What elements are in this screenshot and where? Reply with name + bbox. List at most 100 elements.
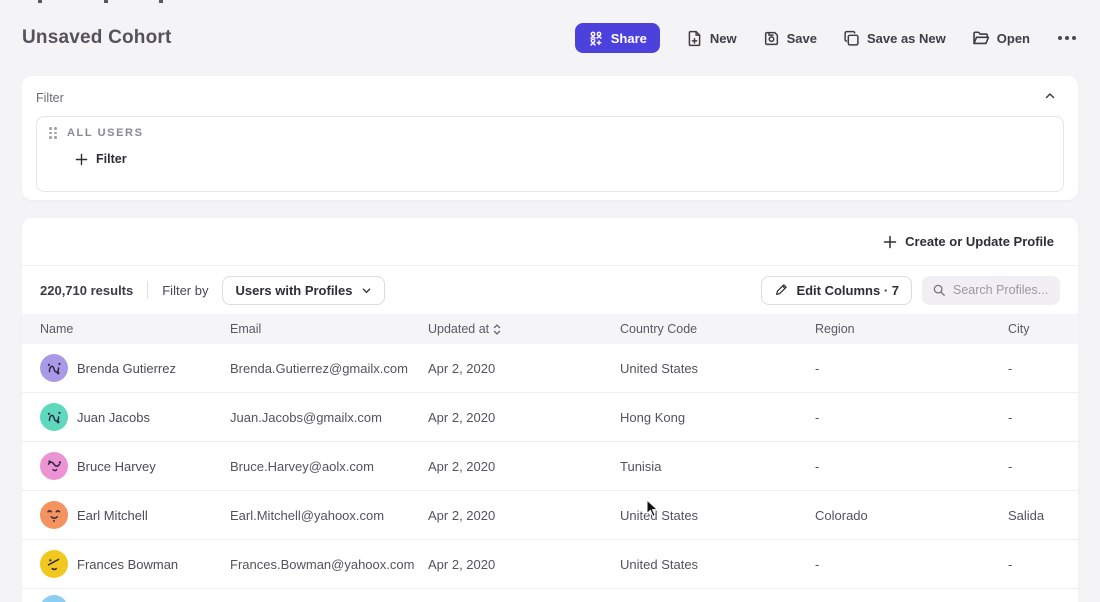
filter-panel-header: Filter (36, 88, 1064, 107)
duplicate-icon (843, 30, 860, 47)
profile-name-cell: Earl Mitchell (40, 501, 230, 529)
search-profiles-input[interactable] (953, 283, 1050, 297)
profile-city: - (1008, 361, 1078, 376)
save-button[interactable]: Save (763, 30, 817, 47)
column-header-name[interactable]: Name (40, 322, 230, 336)
avatar (40, 595, 68, 602)
profile-country-code: Hong Kong (620, 410, 815, 425)
save-as-new-button-label: Save as New (867, 31, 946, 46)
profile-country-code: Tunisia (620, 459, 815, 474)
save-as-new-button[interactable]: Save as New (843, 30, 946, 47)
results-toolbar: 220,710 results Filter by Users with Pro… (22, 266, 1078, 314)
avatar-doodle-icon (43, 504, 65, 526)
avatar (40, 501, 68, 529)
collapse-filter-button[interactable] (1040, 88, 1060, 107)
profiles-card: Create or Update Profile 220,710 results… (22, 218, 1078, 602)
profile-updated-at: Apr 2, 2020 (428, 459, 620, 474)
avatar (40, 354, 68, 382)
pencil-icon (774, 283, 788, 297)
profile-name-cell: Bruce Harvey (40, 452, 230, 480)
profile-email: Juan.Jacobs@gmailx.com (230, 410, 428, 425)
create-or-update-profile-button[interactable]: Create or Update Profile (883, 234, 1054, 249)
share-button[interactable]: Share (575, 23, 660, 53)
profile-name: Frances Bowman (77, 557, 178, 572)
column-header-region[interactable]: Region (815, 322, 1008, 336)
chevron-up-icon (1044, 90, 1056, 102)
table-row[interactable]: Bruce Harvey Bruce.Harvey@aolx.com Apr 2… (22, 442, 1078, 491)
create-profile-row: Create or Update Profile (22, 218, 1078, 266)
cropped-text-artifact (159, 0, 163, 3)
open-button[interactable]: Open (972, 29, 1030, 47)
profile-city: - (1008, 557, 1078, 572)
profile-name-cell: Juan Jacobs (40, 403, 230, 431)
avatar (40, 452, 68, 480)
profile-email: Frances.Bowman@yahoox.com (230, 557, 428, 572)
divider (147, 281, 148, 299)
column-header-country-code[interactable]: Country Code (620, 322, 815, 336)
topbar: Unsaved Cohort Share (0, 0, 1100, 76)
profile-name-cell: Brenda Gutierrez (40, 354, 230, 382)
more-options-button[interactable] (1056, 32, 1078, 44)
table-row[interactable]: Juan Jacobs Juan.Jacobs@gmailx.com Apr 2… (22, 393, 1078, 442)
profile-email: Bruce.Harvey@aolx.com (230, 459, 428, 474)
avatar-doodle-icon (43, 406, 65, 428)
filter-panel-label: Filter (36, 91, 64, 105)
new-document-icon (686, 30, 703, 47)
edit-columns-label: Edit Columns · 7 (796, 283, 899, 298)
profile-name: Juan Jacobs (77, 410, 150, 425)
open-button-label: Open (997, 31, 1030, 46)
all-users-label: ALL USERS (67, 127, 144, 139)
avatar (40, 550, 68, 578)
table-row[interactable]: Frances Bowman Frances.Bowman@yahoox.com… (22, 540, 1078, 589)
avatar-doodle-icon (43, 553, 65, 575)
profile-updated-at: Apr 2, 2020 (428, 557, 620, 572)
add-filter-label: Filter (96, 152, 127, 166)
add-filter-button[interactable]: Filter (75, 152, 127, 166)
table-header-row: Name Email Updated at Country Code Regio… (22, 314, 1078, 344)
cropped-text-artifact (104, 0, 108, 3)
profile-updated-at: Apr 2, 2020 (428, 508, 620, 523)
profile-email: Earl.Mitchell@yahoox.com (230, 508, 428, 523)
save-button-label: Save (787, 31, 817, 46)
profile-country-code: United States (620, 557, 815, 572)
avatar-doodle-icon (43, 455, 65, 477)
share-people-icon (588, 30, 604, 46)
column-header-email[interactable]: Email (230, 322, 428, 336)
results-toolbar-left: 220,710 results Filter by Users with Pro… (40, 276, 385, 305)
table-row[interactable]: Earl Mitchell Earl.Mitchell@yahoox.com A… (22, 491, 1078, 540)
profile-name-cell: Frances Bowman (40, 550, 230, 578)
filter-panel: Filter ALL USERS (22, 76, 1078, 200)
sort-icon (493, 324, 501, 335)
header-actions: Share New (575, 23, 1078, 53)
chevron-down-icon (361, 285, 372, 296)
profile-region: Colorado (815, 508, 1008, 523)
search-icon (932, 283, 946, 297)
plus-icon (75, 153, 88, 166)
profile-type-dropdown[interactable]: Users with Profiles (222, 276, 384, 305)
drag-handle-icon[interactable] (49, 127, 57, 139)
filter-group: ALL USERS Filter (36, 116, 1064, 192)
results-toolbar-right: Edit Columns · 7 (761, 276, 1060, 305)
results-count: 220,710 results (40, 283, 133, 298)
edit-columns-button[interactable]: Edit Columns · 7 (761, 276, 912, 305)
profile-region: - (815, 361, 1008, 376)
profile-city: - (1008, 410, 1078, 425)
column-header-updated-at[interactable]: Updated at (428, 322, 620, 336)
profile-email: Brenda.Gutierrez@gmailx.com (230, 361, 428, 376)
cropped-text-artifact (38, 0, 42, 3)
new-button[interactable]: New (686, 30, 737, 47)
save-icon (763, 30, 780, 47)
profile-country-code: United States (620, 508, 815, 523)
table-row[interactable]: Brenda Gutierrez Brenda.Gutierrez@gmailx… (22, 344, 1078, 393)
profile-type-value: Users with Profiles (235, 283, 352, 298)
plus-icon (883, 235, 897, 249)
profile-name-cell (40, 595, 230, 602)
page-title: Unsaved Cohort (22, 27, 172, 49)
profile-name: Brenda Gutierrez (77, 361, 176, 376)
profile-updated-at: Apr 2, 2020 (428, 361, 620, 376)
profile-name: Bruce Harvey (77, 459, 156, 474)
column-header-city[interactable]: City (1008, 322, 1078, 336)
table-row[interactable] (22, 589, 1078, 602)
profile-name: Earl Mitchell (77, 508, 148, 523)
avatar (40, 403, 68, 431)
